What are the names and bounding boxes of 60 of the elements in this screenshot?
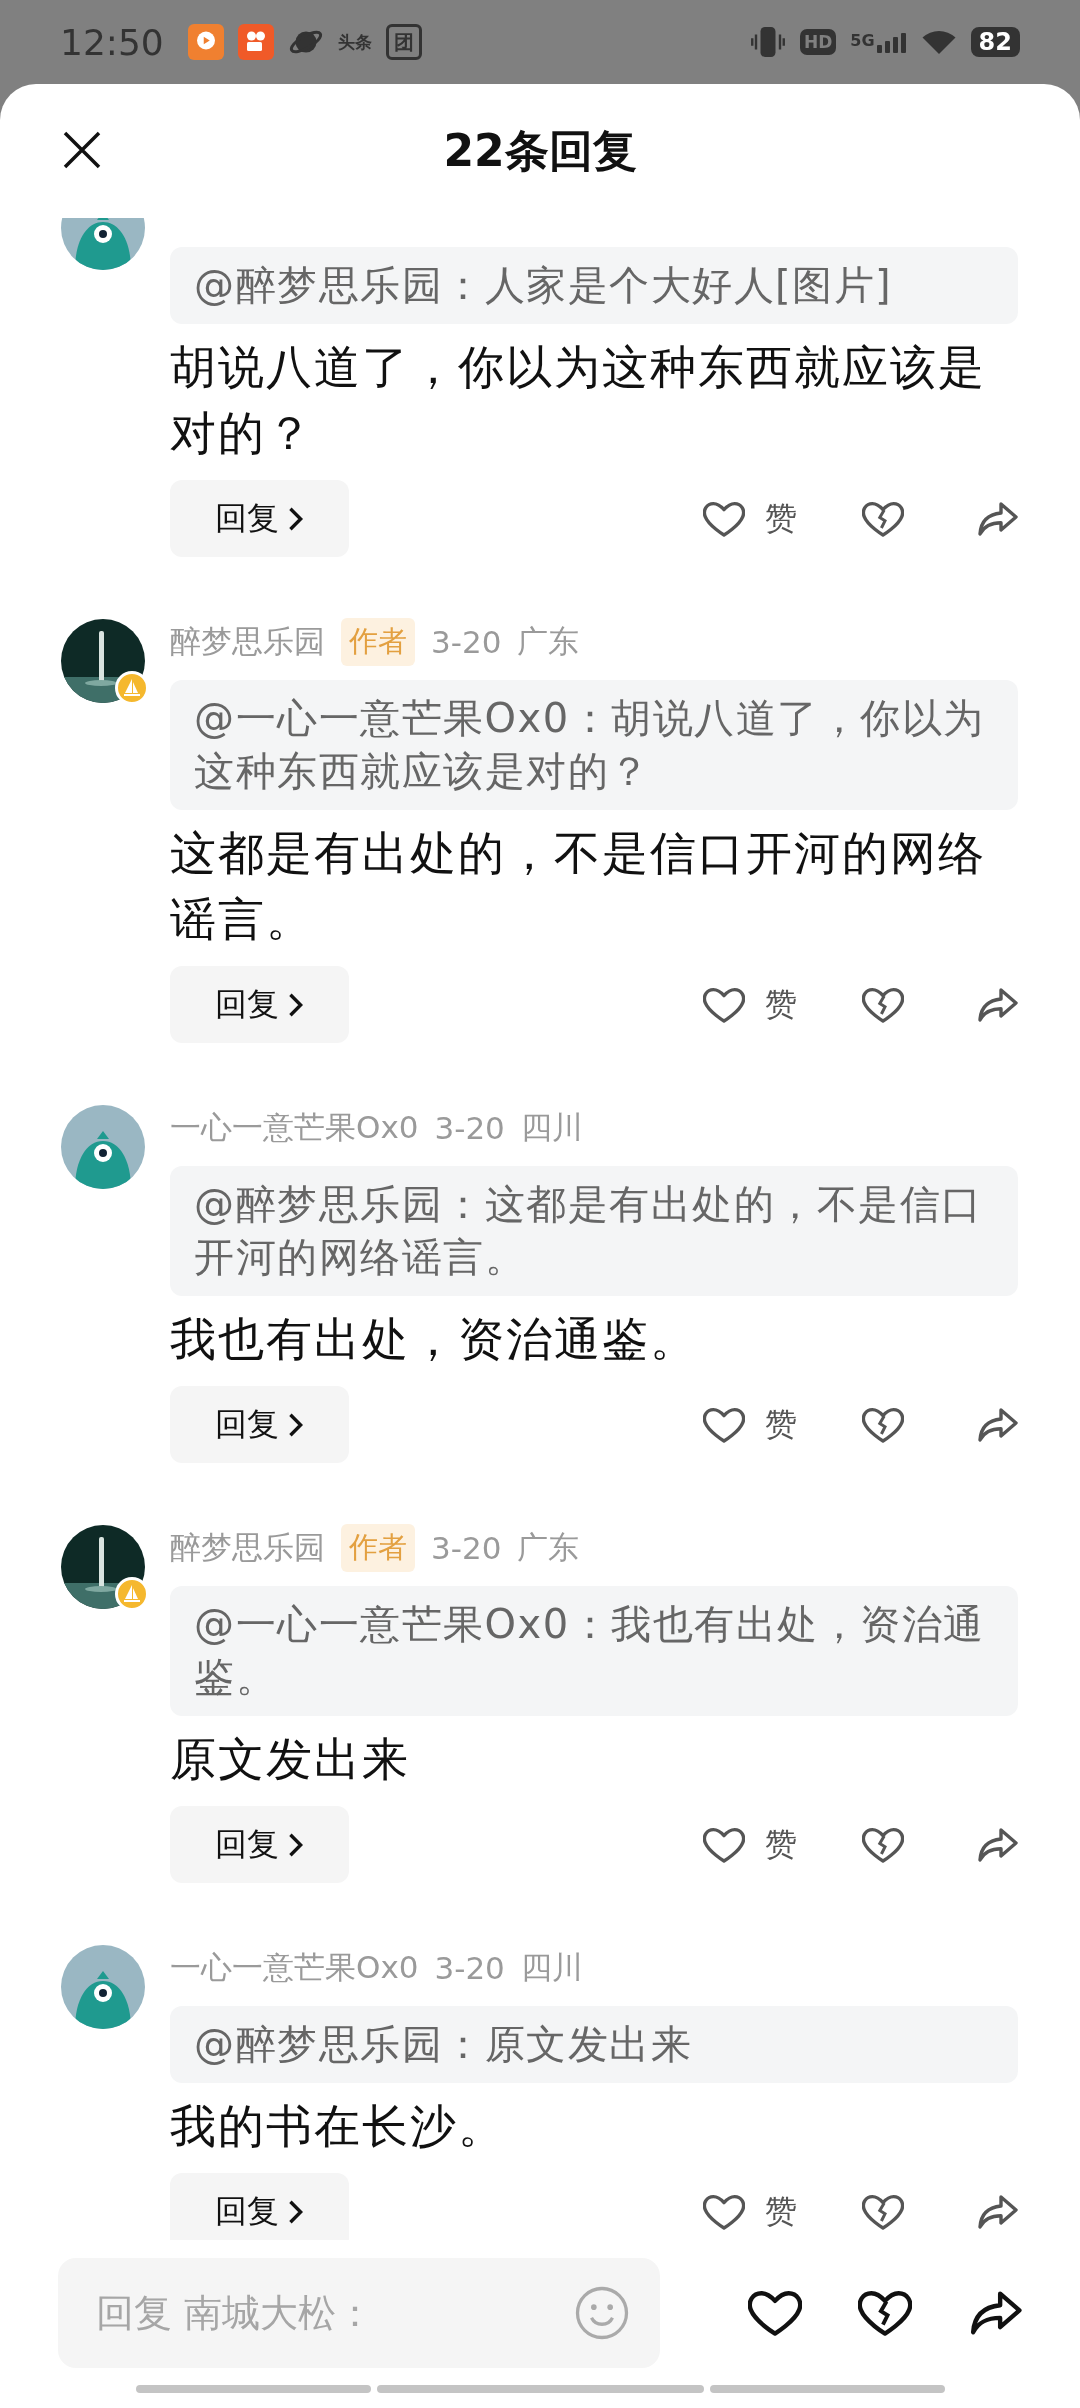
reply-button[interactable]: 回复 — [170, 1806, 349, 1883]
author-tag: 作者 — [341, 618, 415, 666]
like-icon[interactable] — [703, 1825, 745, 1864]
dislike-icon[interactable] — [862, 499, 904, 538]
comment-text: 胡说八道了，你以为这种东西就应该是对的？ — [170, 339, 987, 462]
notification-icon: 团 — [385, 24, 422, 60]
share-icon[interactable] — [976, 1405, 1018, 1444]
comment-text: 这都是有出处的，不是信口开河的网络谣言。 — [170, 825, 987, 948]
close-icon[interactable] — [62, 130, 102, 170]
comment-location: 广东 — [517, 1528, 580, 1567]
comment-text: 我也有出处，资治通鉴。 — [170, 1311, 699, 1368]
dislike-icon[interactable] — [862, 1825, 904, 1864]
vibrate-icon — [750, 24, 786, 60]
status-time: 12:50 — [60, 21, 164, 63]
comment-date: 3-20 — [434, 1110, 505, 1146]
like-icon[interactable] — [703, 1405, 745, 1444]
reply-button[interactable]: 回复 — [170, 966, 349, 1043]
header-title: 22条回复 — [443, 123, 637, 178]
like-label[interactable]: 赞 — [765, 1822, 797, 1867]
notification-text: 头条 — [337, 30, 372, 54]
reply-button[interactable]: 回复 — [170, 2173, 349, 2240]
reply-button[interactable]: 回复 — [170, 480, 349, 557]
like-icon[interactable] — [703, 2192, 745, 2231]
video-app-icon — [187, 24, 224, 60]
verified-badge-icon — [115, 671, 149, 705]
comment-date: 3-20 — [431, 624, 502, 660]
dislike-icon[interactable] — [862, 1405, 904, 1444]
share-icon[interactable] — [976, 499, 1018, 538]
quoted-reply: @醉梦思乐园：人家是个大好人[图片] — [170, 247, 1018, 324]
comment-location: 四川 — [520, 1948, 583, 1987]
comment-date: 3-20 — [434, 1950, 505, 1986]
like-label[interactable]: 赞 — [765, 496, 797, 541]
comment-text: 原文发出来 — [170, 1731, 411, 1788]
verified-badge-icon — [115, 1577, 149, 1611]
author-tag: 作者 — [341, 1524, 415, 1572]
like-icon[interactable] — [703, 499, 745, 538]
camera-app-icon — [237, 24, 274, 60]
comment-location: 广东 — [517, 622, 580, 661]
comment-date: 3-20 — [431, 1530, 502, 1566]
like-label[interactable]: 赞 — [765, 982, 797, 1027]
quoted-reply: @一心一意芒果Ox0：我也有出处，资治通鉴。 — [170, 1586, 1018, 1716]
comment-location: 四川 — [520, 1108, 583, 1147]
network-label: 5G — [850, 31, 875, 50]
like-label[interactable]: 赞 — [765, 1402, 797, 1447]
dislike-icon[interactable] — [862, 2192, 904, 2231]
reply-button[interactable]: 回复 — [170, 1386, 349, 1463]
hd-indicator: HD — [800, 29, 837, 55]
battery-level: 82 — [970, 27, 1020, 57]
quoted-reply: @一心一意芒果Ox0：胡说八道了，你以为这种东西就应该是对的？ — [170, 680, 1018, 810]
quoted-reply: @醉梦思乐园：这都是有出处的，不是信口开河的网络谣言。 — [170, 1166, 1018, 1296]
share-icon[interactable] — [976, 2192, 1018, 2231]
share-icon[interactable] — [976, 985, 1018, 1024]
signal-icon — [876, 31, 907, 53]
share-icon[interactable] — [976, 1825, 1018, 1864]
quoted-reply: @醉梦思乐园：原文发出来 — [170, 2006, 1018, 2083]
reply-input[interactable]: 回复 南城大松： — [58, 2257, 660, 2368]
like-label[interactable]: 赞 — [765, 2189, 797, 2234]
dislike-icon[interactable] — [862, 985, 904, 1024]
like-icon[interactable] — [703, 985, 745, 1024]
comment-text: 我的书在长沙。 — [170, 2098, 507, 2155]
